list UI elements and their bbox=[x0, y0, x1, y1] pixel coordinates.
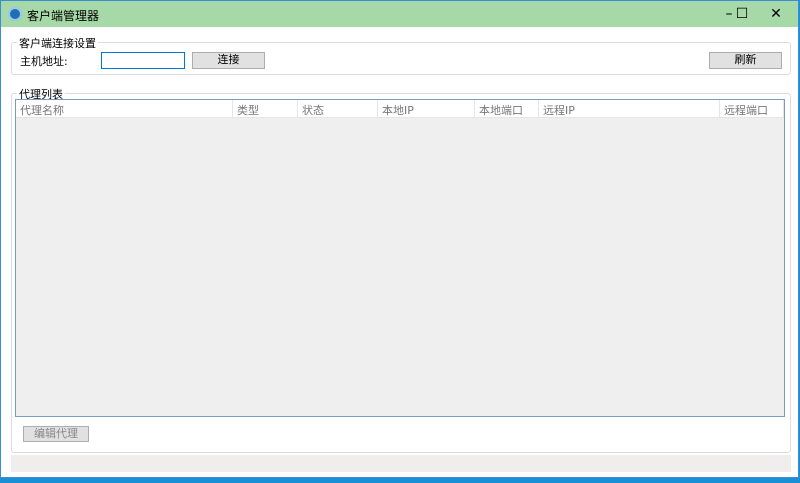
column-header-remote-port[interactable]: 远程端口 bbox=[720, 100, 784, 118]
connect-button[interactable]: 连接 bbox=[192, 52, 265, 69]
column-header-local-ip[interactable]: 本地IP bbox=[378, 100, 475, 118]
host-label: 主机地址: bbox=[20, 55, 68, 68]
title-bar: 客户端管理器 – ☐ ✕ bbox=[1, 1, 798, 27]
refresh-button[interactable]: 刷新 bbox=[709, 52, 782, 69]
column-header-status[interactable]: 状态 bbox=[298, 100, 378, 118]
close-button[interactable]: ✕ bbox=[753, 1, 799, 27]
main-window: 客户端管理器 – ☐ ✕ 客户端连接设置 主机地址: 连接 刷新 代理列表 代理… bbox=[0, 0, 799, 478]
connection-group-title: 客户端连接设置 bbox=[17, 35, 98, 51]
column-header-local-port[interactable]: 本地端口 bbox=[475, 100, 539, 118]
column-header-type[interactable]: 类型 bbox=[233, 100, 298, 118]
edit-proxy-button[interactable]: 编辑代理 bbox=[23, 426, 89, 442]
proxy-list[interactable]: 代理名称 类型 状态 本地IP 本地端口 远程IP 远程端口 bbox=[15, 99, 785, 417]
host-input[interactable] bbox=[101, 52, 185, 69]
maximize-icon: ☐ bbox=[735, 6, 749, 22]
app-icon bbox=[8, 7, 22, 21]
status-bar bbox=[11, 455, 791, 472]
column-header-name[interactable]: 代理名称 bbox=[16, 100, 233, 118]
window-title: 客户端管理器 bbox=[27, 9, 100, 23]
connection-group: 客户端连接设置 主机地址: 连接 刷新 bbox=[11, 35, 791, 75]
column-header-remote-ip[interactable]: 远程IP bbox=[539, 100, 720, 118]
